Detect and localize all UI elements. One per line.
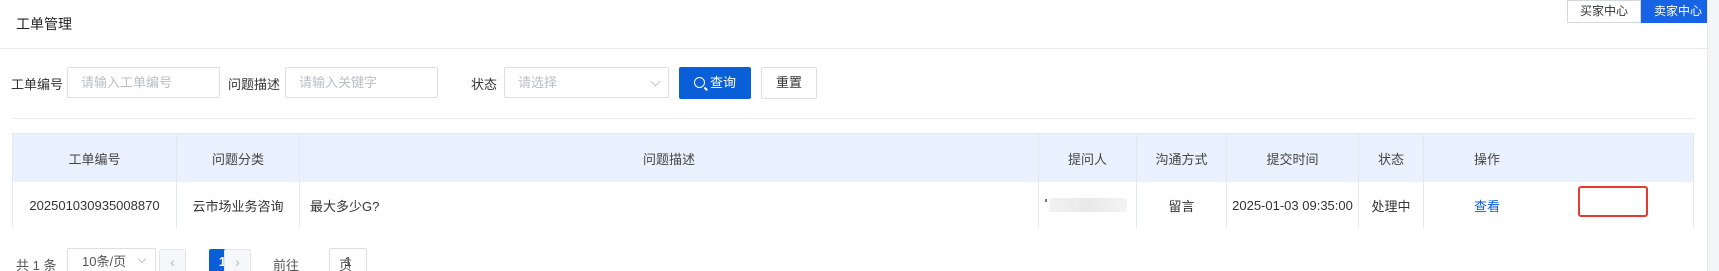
requester-cell [1039, 182, 1137, 228]
status-select-placeholder: 请选择 [518, 75, 558, 90]
column-header: 操作 [1473, 151, 1500, 167]
description-label: 问题描述 [228, 77, 281, 92]
status-select[interactable]: 请选择 [504, 67, 669, 98]
category-cell: 云市场业务咨询 [177, 182, 300, 228]
page-title: 工单管理 [16, 16, 72, 32]
column-header: 工单编号 [13, 134, 177, 182]
ticket-no-input[interactable]: 请输入工单编号 [67, 67, 220, 98]
goto-prefix: 前往 [273, 258, 300, 271]
chevron-down-icon [137, 254, 147, 264]
column-header: 提问人 [1039, 134, 1137, 182]
next-page-button[interactable]: › [224, 249, 251, 271]
table-header: 工单编号 问题分类 问题描述 提问人 沟通方式 提交时间 状态 操作 [13, 134, 1693, 182]
scrollbar[interactable] [1707, 0, 1719, 271]
status-cell: 处理中 [1359, 182, 1424, 228]
prev-page-button[interactable]: ‹ [159, 249, 186, 271]
ticket-table: 工单编号 问题分类 问题描述 提问人 沟通方式 提交时间 状态 操作 20250… [12, 133, 1694, 228]
highlight-box [1578, 186, 1648, 217]
description-cell: 最大多少G? [300, 182, 1039, 228]
description-input[interactable]: 请输入关键字 [285, 67, 438, 98]
search-button[interactable]: 查询 [679, 67, 751, 99]
column-header: 问题分类 [177, 134, 300, 182]
search-button-label: 查询 [709, 75, 736, 90]
goto-suffix: 页 [339, 258, 353, 271]
page-size-select[interactable]: 10条/页 [67, 248, 156, 271]
role-switch: 买家中心 卖家中心 [1567, 0, 1716, 23]
search-icon [693, 77, 705, 88]
submit-time-cell: 2025-01-03 09:35:00 [1227, 182, 1359, 228]
contact-method-cell: 留言 [1137, 182, 1227, 228]
seller-center-button[interactable]: 卖家中心 [1641, 0, 1716, 23]
chevron-down-icon [650, 76, 661, 87]
buyer-center-button[interactable]: 买家中心 [1567, 0, 1642, 23]
page-size-value: 10条/页 [82, 254, 127, 269]
column-header: 问题描述 [300, 134, 1039, 182]
ticket-no-label: 工单编号 [11, 77, 64, 92]
view-link[interactable]: 查看 [1474, 196, 1500, 215]
redacted-name [1044, 198, 1127, 212]
pagination-total: 共 1 条 [16, 258, 57, 271]
reset-button[interactable]: 重置 [761, 67, 817, 99]
action-cell: 查看 [1424, 182, 1550, 228]
column-header: 状态 [1359, 134, 1424, 182]
column-header: 提交时间 [1227, 134, 1359, 182]
filter-divider [12, 118, 1694, 119]
ticket-no-cell: 202501030935008870 [13, 182, 177, 228]
table-row: 202501030935008870 云市场业务咨询 最大多少G? 留言 202… [13, 182, 1693, 228]
column-header: 沟通方式 [1137, 134, 1227, 182]
status-label: 状态 [471, 77, 498, 92]
header-divider [0, 48, 1719, 49]
